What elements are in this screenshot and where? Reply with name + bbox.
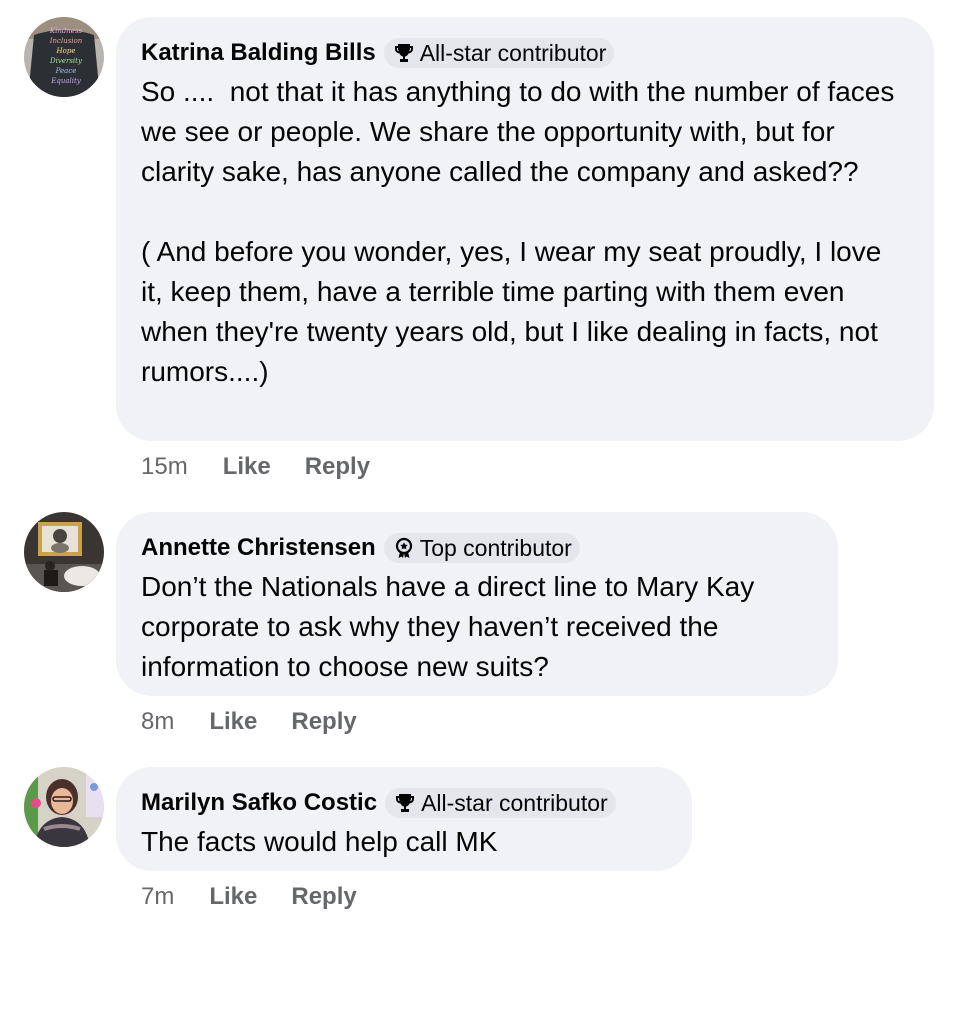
comment-text: Don’t the Nationals have a direct line t… (141, 571, 762, 682)
comment-bubble: Annette Christensen Top contributor Don’… (116, 512, 838, 696)
avatar[interactable] (24, 512, 104, 592)
avatar[interactable] (24, 767, 104, 847)
trophy-icon (392, 41, 416, 65)
trophy-icon (393, 791, 417, 815)
like-button[interactable]: Like (209, 883, 257, 911)
comment-actions: 8m Like Reply (141, 707, 357, 737)
contributor-badge[interactable]: All-star contributor (385, 788, 616, 818)
comment-actions: 7m Like Reply (141, 882, 357, 912)
shirt-text: Equality (50, 77, 82, 85)
comment-text: So .... not that it has anything to do w… (141, 76, 895, 387)
comment-text: The facts would help call MK (141, 826, 498, 857)
avatar-image (24, 512, 104, 592)
shirt-text: Diversity (49, 57, 83, 65)
comment-bubble: Katrina Balding Bills All-star contribut… (116, 17, 934, 441)
shirt-text: Inclusion (49, 37, 83, 45)
like-button[interactable]: Like (223, 453, 271, 481)
like-button[interactable]: Like (209, 708, 257, 736)
badge-label: All-star contributor (421, 789, 608, 816)
author-name[interactable]: Katrina Balding Bills (141, 39, 376, 67)
comment-header: Annette Christensen Top contributor (141, 532, 812, 564)
author-name[interactable]: Marilyn Safko Costic (141, 789, 377, 817)
comment-header: Marilyn Safko Costic All-star contributo… (141, 787, 666, 819)
timestamp[interactable]: 15m (141, 453, 188, 481)
comment-actions: 15m Like Reply (141, 452, 370, 482)
medal-icon (392, 536, 416, 560)
shirt-text: Kindness (49, 27, 83, 35)
shirt-text: Hope (56, 47, 76, 55)
contributor-badge[interactable]: Top contributor (383, 533, 580, 563)
timestamp[interactable]: 8m (141, 708, 174, 736)
reply-button[interactable]: Reply (305, 453, 370, 481)
author-name[interactable]: Annette Christensen (141, 534, 376, 562)
reply-button[interactable]: Reply (291, 708, 356, 736)
avatar[interactable]: Kindness Inclusion Hope Diversity Peace … (24, 17, 104, 97)
avatar-image (24, 767, 104, 847)
shirt-text: Peace (55, 67, 77, 75)
contributor-badge[interactable]: All-star contributor (383, 38, 615, 68)
avatar-image: Kindness Inclusion Hope Diversity Peace … (24, 17, 104, 97)
reply-button[interactable]: Reply (291, 883, 356, 911)
badge-label: Top contributor (419, 534, 572, 561)
comment-header: Katrina Balding Bills All-star contribut… (141, 37, 908, 69)
timestamp[interactable]: 7m (141, 883, 174, 911)
comment-bubble: Marilyn Safko Costic All-star contributo… (116, 767, 692, 871)
badge-label: All-star contributor (419, 39, 607, 66)
